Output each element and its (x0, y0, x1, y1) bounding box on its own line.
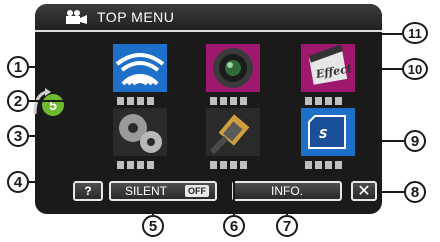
title-bar: TOP MENU (35, 4, 382, 32)
gears-icon (113, 108, 167, 156)
hdmi-cable-icon (206, 108, 260, 156)
tile-indicator (305, 161, 342, 170)
silent-label: SILENT (125, 184, 168, 198)
callout-2: 2 (7, 90, 29, 112)
leader-line (233, 170, 235, 215)
lens-icon (206, 44, 260, 92)
leader-line (378, 191, 404, 193)
tile-indicator (210, 97, 247, 106)
leader-line (286, 201, 288, 215)
leader-line (29, 181, 74, 183)
recording-settings-tile[interactable] (206, 44, 260, 92)
callout-8: 8 (404, 181, 426, 203)
common-settings-tile[interactable] (113, 108, 167, 156)
callout-3: 3 (7, 125, 29, 147)
tile-indicator (117, 97, 154, 106)
tile-indicator (117, 161, 154, 170)
tile-indicator (305, 97, 342, 106)
callout-9: 9 (404, 130, 426, 152)
leader-line (29, 135, 109, 137)
leader-line (152, 201, 154, 215)
callout-1: 1 (7, 56, 29, 78)
leader-line (29, 100, 69, 102)
leader-line (260, 33, 402, 35)
callout-10: 10 (402, 58, 428, 80)
callout-7: 7 (276, 215, 298, 237)
silent-state-badge: OFF (185, 185, 209, 197)
camera-menu-screen: TOP MENU Effect S ? SILENT OFF INFO. ✕ (35, 4, 382, 214)
tile-indicator (210, 161, 247, 170)
info-button[interactable]: INFO. (232, 181, 342, 201)
sd-card-icon: S (301, 108, 355, 156)
media-settings-tile[interactable]: S (301, 108, 355, 156)
leader-line (355, 140, 404, 142)
callout-5: 5 (142, 215, 164, 237)
help-button[interactable]: ? (73, 181, 103, 201)
effect-clapper-icon: Effect (301, 44, 355, 92)
effect-tile[interactable]: Effect (301, 44, 355, 92)
wifi-icon (113, 44, 167, 92)
camcorder-icon (66, 10, 87, 24)
close-button[interactable]: ✕ (351, 181, 377, 201)
callout-6: 6 (223, 215, 245, 237)
leader-line (29, 66, 109, 68)
wireless-tile[interactable] (113, 44, 167, 92)
five-arrow-icon[interactable]: 5 (31, 88, 67, 118)
callout-11: 11 (402, 22, 428, 44)
page-title: TOP MENU (97, 9, 175, 25)
callout-4: 4 (7, 171, 29, 193)
connection-settings-tile[interactable] (206, 108, 260, 156)
silent-button[interactable]: SILENT OFF (109, 181, 217, 201)
svg-text:S: S (319, 127, 328, 141)
leader-line (355, 68, 404, 70)
